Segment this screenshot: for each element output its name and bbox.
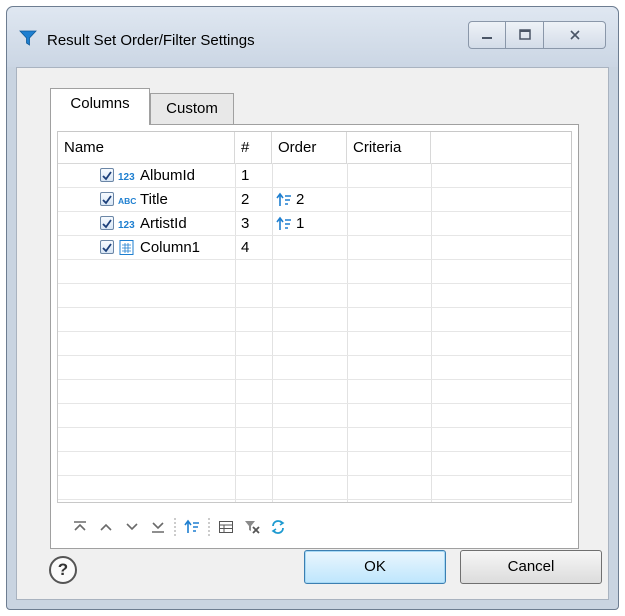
clear-filter-button[interactable] — [239, 515, 265, 539]
sort-order-button[interactable] — [179, 515, 205, 539]
checkmark-icon — [102, 243, 112, 253]
number-type-icon: 123 — [118, 220, 135, 231]
maximize-button[interactable] — [506, 21, 544, 49]
toolbar-separator — [171, 517, 179, 537]
sort-order-icon — [184, 519, 199, 533]
move-down-icon — [126, 523, 138, 531]
column-header-name[interactable]: Name — [58, 132, 235, 163]
checkmark-icon — [102, 195, 112, 205]
tab-label: Custom — [166, 100, 218, 117]
help-icon: ? — [57, 560, 69, 579]
cancel-button[interactable]: Cancel — [460, 550, 602, 584]
refresh-button[interactable] — [265, 515, 291, 539]
toolbar-separator — [205, 517, 213, 537]
table-row[interactable]: 123 ArtistId 3 1 — [58, 212, 571, 236]
tab-label: Columns — [70, 95, 130, 112]
filter-icon — [19, 30, 37, 46]
empty-row — [58, 404, 571, 428]
order-value: 2 — [296, 191, 305, 208]
checkmark-icon — [102, 219, 112, 229]
empty-row — [58, 428, 571, 452]
columns-toolbar — [67, 515, 291, 539]
close-icon — [569, 30, 580, 40]
number-type-icon: 123 — [118, 172, 135, 183]
column-name: Column1 — [140, 239, 201, 256]
column-number: 1 — [241, 167, 250, 184]
sort-ascending-icon — [276, 192, 291, 206]
empty-row — [58, 308, 571, 332]
text-type-icon: ABC — [118, 196, 136, 206]
column-name: AlbumId — [140, 167, 196, 184]
column-name: Title — [140, 191, 168, 208]
empty-row — [58, 332, 571, 356]
table-row[interactable]: Column1 4 — [58, 236, 571, 260]
close-button[interactable] — [544, 21, 606, 49]
column-name: ArtistId — [140, 215, 187, 232]
row-checkbox[interactable] — [100, 192, 114, 206]
clear-filter-icon — [245, 521, 260, 534]
column-number: 4 — [241, 239, 250, 256]
order-value: 1 — [296, 215, 305, 232]
move-top-button[interactable] — [67, 515, 93, 539]
move-up-icon — [100, 523, 112, 531]
row-checkbox[interactable] — [100, 240, 114, 254]
ok-button[interactable]: OK — [304, 550, 446, 584]
table-cell-type-icon — [119, 240, 134, 255]
dialog-title: Result Set Order/Filter Settings — [47, 32, 255, 49]
refresh-icon — [271, 520, 285, 534]
empty-row — [58, 476, 571, 500]
title-bar[interactable]: Result Set Order/Filter Settings — [7, 7, 618, 67]
table-view-icon — [219, 521, 233, 533]
tab-columns[interactable]: Columns — [50, 88, 150, 125]
empty-row — [58, 380, 571, 404]
table-view-button[interactable] — [213, 515, 239, 539]
row-checkbox[interactable] — [100, 168, 114, 182]
tab-custom[interactable]: Custom — [150, 93, 234, 125]
table-header: Name # Order Criteria — [58, 132, 571, 164]
svg-text:123: 123 — [118, 172, 135, 183]
column-header-number[interactable]: # — [235, 132, 272, 163]
help-button[interactable]: ? — [49, 556, 77, 584]
minimize-icon — [482, 37, 492, 39]
move-bottom-icon — [152, 522, 164, 533]
empty-row — [58, 356, 571, 380]
row-checkbox[interactable] — [100, 216, 114, 230]
columns-panel: Name # Order Criteria 123 AlbumId 1 ABC … — [50, 124, 579, 549]
column-header-order[interactable]: Order — [272, 132, 347, 163]
move-bottom-button[interactable] — [145, 515, 171, 539]
column-number: 3 — [241, 215, 250, 232]
move-down-button[interactable] — [119, 515, 145, 539]
table-row[interactable]: 123 AlbumId 1 — [58, 164, 571, 188]
order-cell[interactable]: 1 — [276, 212, 304, 235]
empty-row — [58, 452, 571, 476]
columns-table: Name # Order Criteria 123 AlbumId 1 ABC … — [57, 131, 572, 503]
column-number: 2 — [241, 191, 250, 208]
table-row[interactable]: ABC Title 2 2 — [58, 188, 571, 212]
move-top-icon — [74, 521, 86, 531]
order-cell[interactable]: 2 — [276, 188, 304, 211]
move-up-button[interactable] — [93, 515, 119, 539]
dialog-window: Result Set Order/Filter Settings Columns… — [6, 6, 619, 610]
sort-ascending-icon — [276, 216, 291, 230]
empty-row — [58, 260, 571, 284]
svg-text:123: 123 — [118, 220, 135, 231]
column-header-criteria[interactable]: Criteria — [347, 132, 431, 163]
dialog-body: Columns Custom Name # Order Criteria 123… — [16, 67, 609, 600]
svg-text:ABC: ABC — [118, 196, 136, 206]
maximize-icon — [518, 29, 531, 40]
empty-row — [58, 284, 571, 308]
minimize-button[interactable] — [468, 21, 506, 49]
checkmark-icon — [102, 171, 112, 181]
